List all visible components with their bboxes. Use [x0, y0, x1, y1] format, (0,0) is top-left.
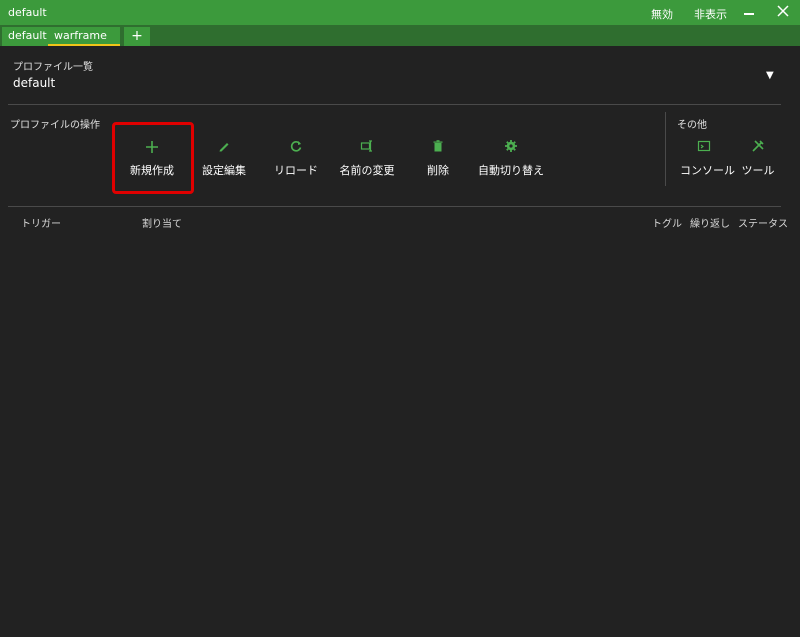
delete-label: 削除 [427, 164, 449, 177]
divider [8, 206, 781, 207]
auto-switch-label: 自動切り替え [478, 164, 544, 177]
rename-button[interactable]: 名前の変更 [336, 139, 398, 178]
other-label: その他 [677, 120, 707, 131]
column-header-status[interactable]: ステータス [738, 215, 788, 230]
gear-icon [478, 139, 544, 157]
table-body [8, 232, 781, 627]
add-tab-button[interactable]: + [124, 27, 150, 46]
divider [8, 104, 781, 105]
reload-button[interactable]: リロード [272, 139, 320, 178]
profile-list-label: プロファイル一覧 [13, 62, 93, 73]
tools-icon [740, 139, 776, 157]
tools-button[interactable]: ツール [740, 139, 776, 178]
console-button[interactable]: コンソール [680, 139, 735, 178]
trash-icon [420, 139, 456, 157]
rename-icon [336, 139, 398, 157]
column-header-repeat[interactable]: 繰り返し [690, 215, 730, 230]
edit-settings-label: 設定編集 [202, 164, 246, 177]
pencil-icon [198, 139, 250, 157]
minimize-icon[interactable] [742, 4, 756, 21]
column-header-toggle[interactable]: トグル [652, 215, 682, 230]
edit-settings-button[interactable]: 設定編集 [198, 139, 250, 178]
tab-default[interactable]: default [2, 27, 53, 46]
dropdown-arrow-icon[interactable]: ▼ [766, 70, 774, 81]
auto-switch-button[interactable]: 自動切り替え [478, 139, 544, 178]
delete-button[interactable]: 削除 [420, 139, 456, 178]
title-bar: default 無効 非表示 [0, 0, 800, 25]
profile-ops-label: プロファイルの操作 [10, 120, 100, 131]
tab-warframe[interactable]: warframe [48, 27, 120, 46]
close-icon[interactable] [776, 4, 790, 21]
selection-highlight [112, 122, 194, 194]
plus-icon: + [131, 28, 143, 44]
reload-icon [272, 139, 320, 157]
window-title: default [8, 6, 47, 19]
reload-label: リロード [274, 164, 318, 177]
tab-bar: default warframe + [0, 25, 800, 46]
console-label: コンソール [680, 164, 735, 177]
console-icon [680, 139, 728, 157]
column-header-assignment[interactable]: 割り当て [142, 215, 182, 230]
profile-selector[interactable]: default [13, 76, 55, 90]
disable-button[interactable]: 無効 [651, 6, 673, 22]
section-divider [665, 112, 666, 186]
tools-label: ツール [741, 164, 775, 177]
rename-label: 名前の変更 [339, 164, 395, 177]
column-header-trigger[interactable]: トリガー [21, 215, 61, 230]
hide-button[interactable]: 非表示 [694, 6, 727, 22]
